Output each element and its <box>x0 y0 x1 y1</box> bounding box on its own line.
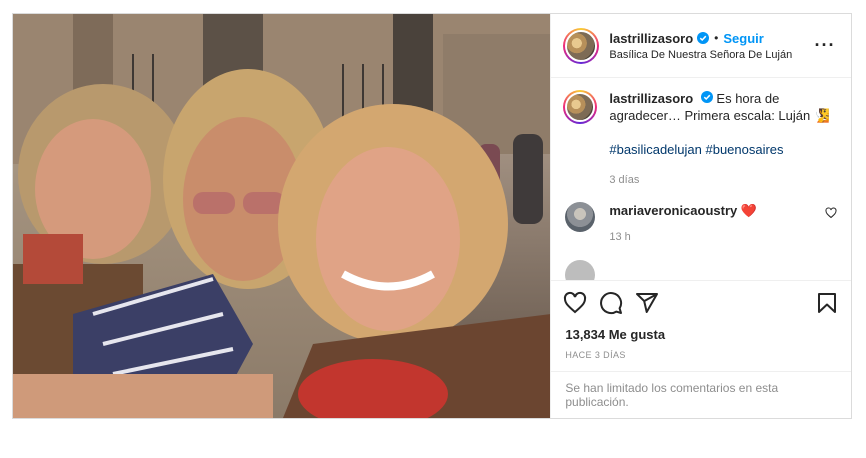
post-photo-image <box>13 14 551 418</box>
author-username[interactable]: lastrillizasoro <box>609 31 693 46</box>
caption-hashtags[interactable]: #basilicadelujan #buenosaires <box>609 141 837 158</box>
comments-area: lastrillizasoro Es hora de agradecer… Pr… <box>551 78 851 280</box>
comment-icon[interactable] <box>599 291 623 315</box>
likes-count[interactable]: 13,834 Me gusta <box>551 325 851 342</box>
post-photo[interactable] <box>13 14 551 418</box>
comment-username[interactable]: mariaveronicaoustry <box>609 203 737 218</box>
post-location[interactable]: Basílica De Nuestra Señora De Luján <box>609 49 813 61</box>
separator-dot: • <box>714 31 719 45</box>
caption: lastrillizasoro Es hora de agradecer… Pr… <box>563 90 837 189</box>
comment-item-partial <box>563 260 837 280</box>
post-sidebar: lastrillizasoro • Seguir Basílica De Nue… <box>550 14 851 418</box>
comment-item: mariaveronicaoustry ❤️ 13 h <box>563 202 837 246</box>
post-age: HACE 3 DÍAS <box>565 350 626 360</box>
caption-emoji: 🧏 <box>813 108 831 123</box>
follow-button[interactable]: Seguir <box>723 31 763 46</box>
heart-icon[interactable] <box>563 291 587 315</box>
more-options-icon[interactable]: ··· <box>813 34 837 58</box>
share-icon[interactable] <box>635 291 659 315</box>
verified-badge-icon <box>697 32 710 44</box>
comment-like-heart-icon[interactable] <box>825 207 837 219</box>
bookmark-icon[interactable] <box>815 291 839 315</box>
comment-emoji: ❤️ <box>740 203 758 218</box>
comment-time: 13 h <box>609 231 631 243</box>
comments-limited-notice: Se han limitado los comentarios en esta … <box>551 371 851 418</box>
verified-badge-icon <box>700 91 713 103</box>
caption-avatar[interactable] <box>563 90 598 124</box>
comment-body: mariaveronicaoustry ❤️ 13 h <box>609 202 825 246</box>
action-bar <box>551 280 851 325</box>
caption-time: 3 días <box>609 174 640 186</box>
instagram-embed: lastrillizasoro • Seguir Basílica De Nue… <box>12 13 852 419</box>
commenter-avatar[interactable] <box>565 202 596 232</box>
caption-body: lastrillizasoro Es hora de agradecer… Pr… <box>609 90 837 189</box>
commenter-avatar[interactable] <box>565 260 596 280</box>
caption-username[interactable]: lastrillizasoro <box>609 91 693 106</box>
author-info: lastrillizasoro • Seguir Basílica De Nue… <box>609 31 813 61</box>
author-avatar[interactable] <box>563 27 600 64</box>
post-header: lastrillizasoro • Seguir Basílica De Nue… <box>551 14 851 78</box>
